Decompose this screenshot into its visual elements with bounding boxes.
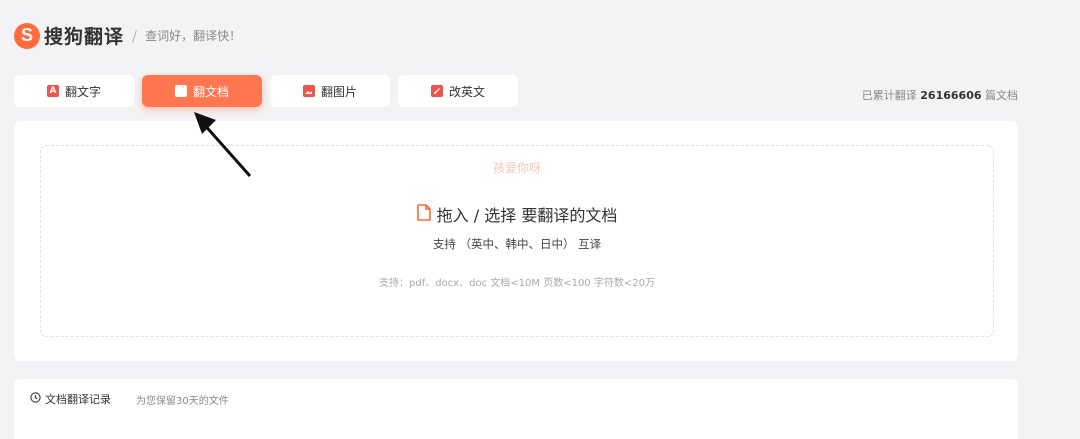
divider: / [132,26,138,45]
clock-icon [30,392,41,406]
counter-value: 26166606 [920,89,982,102]
sogou-logo-icon: S [14,22,40,49]
logo[interactable]: S 搜狗翻译 / 查词好，翻译快！ [14,22,241,49]
watermark-text: 孩爱你呀 [492,161,541,175]
edit-english-icon [430,85,443,97]
upload-title-text: 拖入 / 选择 要翻译的文档 [436,206,618,225]
file-limits: 支持：pdf、docx、doc 文档<10M 页数<100 字符数<20万 [379,278,655,289]
document-icon [174,85,187,97]
image-icon [302,85,315,97]
tab-translate-text[interactable]: A 翻文字 [14,75,134,107]
history-title[interactable]: 文档翻译记录 [30,391,111,407]
tab-label: 改英文 [448,84,485,99]
translation-counter: 已累计翻译 26166606 篇文档 [861,89,1018,102]
upload-title[interactable]: 拖入 / 选择 要翻译的文档 [41,202,993,226]
text-translate-icon: A [46,85,59,97]
annotation-arrow-icon [194,112,252,177]
tab-translate-image[interactable]: 翻图片 [270,75,390,107]
tab-label: 翻图片 [320,84,357,99]
tab-label: 翻文档 [192,84,229,99]
tab-translate-document[interactable]: 翻文档 [142,75,262,107]
translate-tabs: A 翻文字 翻文档 翻图片 改英文 [14,75,526,107]
upload-card: 孩爱你呀 拖入 / 选择 要翻译的文档 支持 （英中、韩中、日中） 互译 支持：… [14,121,1018,361]
file-drop-zone[interactable]: 孩爱你呀 拖入 / 选择 要翻译的文档 支持 （英中、韩中、日中） 互译 支持：… [40,145,994,337]
document-icon [416,203,431,225]
tab-edit-english[interactable]: 改英文 [398,75,518,107]
history-note: 为您保留30天的文件 [136,396,229,407]
supported-languages: 支持 （英中、韩中、日中） 互译 [432,237,602,251]
brand-name: 搜狗翻译 [44,26,125,48]
slogan: 查词好，翻译快！ [145,29,242,43]
history-card: 文档翻译记录 为您保留30天的文件 [14,379,1018,439]
tab-label: 翻文字 [64,84,101,99]
